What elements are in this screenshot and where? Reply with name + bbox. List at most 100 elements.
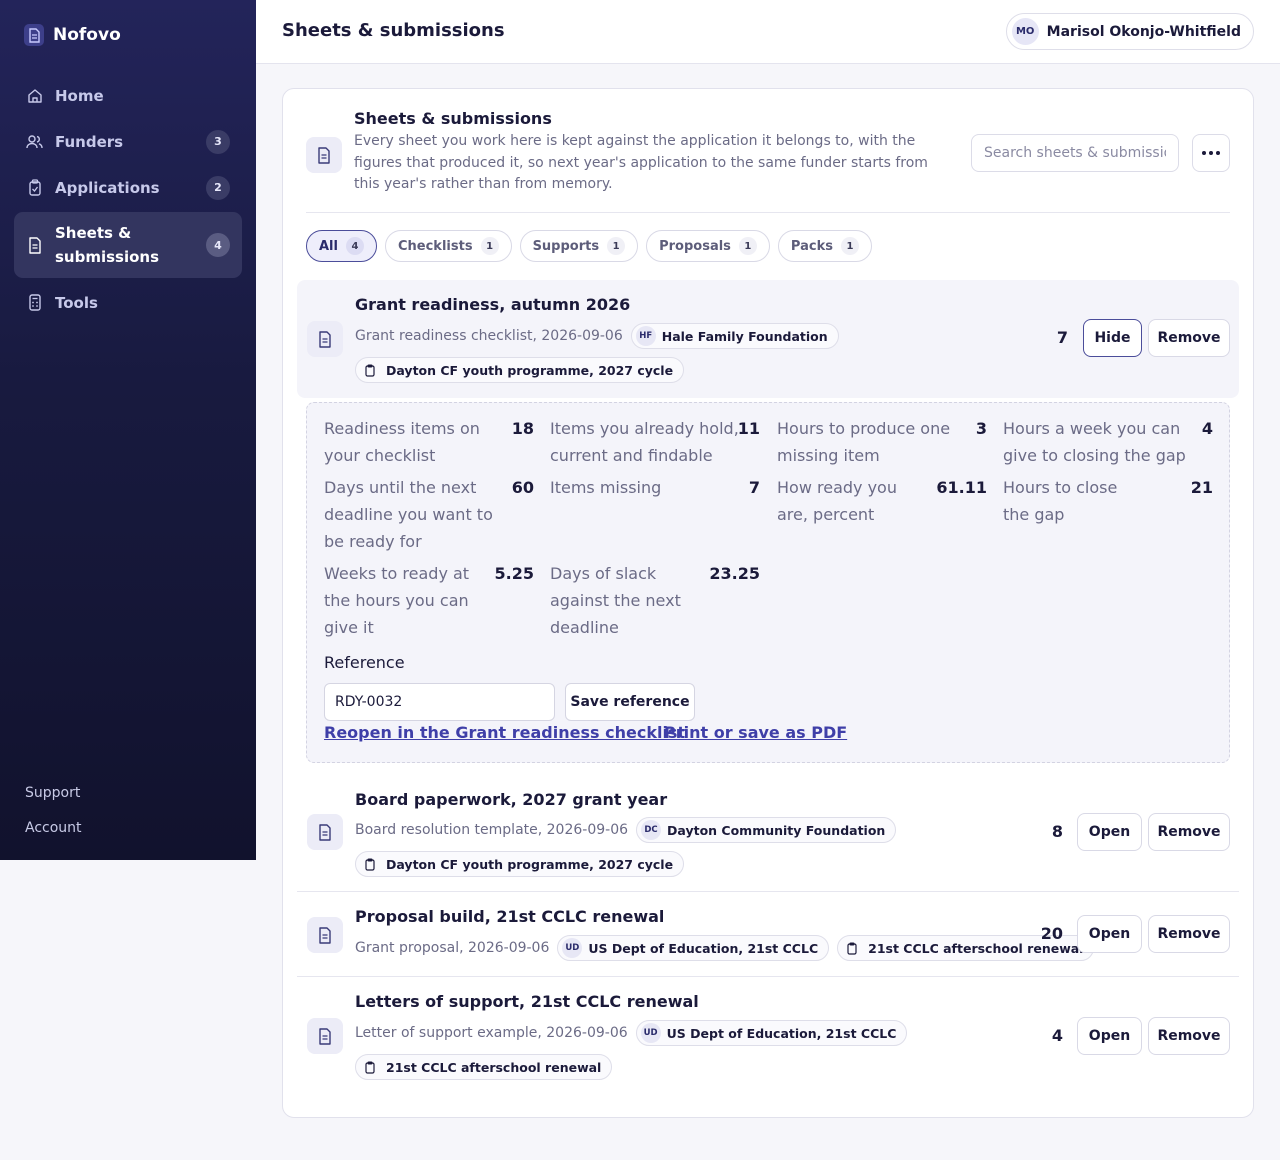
- clipboard-icon: [360, 360, 380, 380]
- stat-item: Readiness items on your checklist 18: [324, 415, 534, 469]
- filter-proposals[interactable]: Proposals 1: [646, 230, 770, 262]
- row-subtitle: Grant proposal, 2026-09-06: [355, 940, 550, 956]
- calculator-icon: [26, 294, 43, 311]
- document-icon: [307, 917, 343, 953]
- stat-value: 11: [737, 419, 760, 438]
- hide-button[interactable]: Hide: [1083, 319, 1142, 357]
- funder-name: Hale Family Foundation: [661, 328, 828, 344]
- stat-item: Weeks to ready at the hours you can give…: [324, 560, 534, 641]
- sidebar: Nofovo Home Funders 3 Applications 2 She…: [0, 0, 256, 860]
- row-count: 7: [1056, 328, 1068, 347]
- row-title: Letters of support, 21st CCLC renewal: [355, 992, 699, 1011]
- filter-checklists[interactable]: Checklists 1: [384, 230, 512, 262]
- users-icon: [26, 133, 43, 150]
- avatar: MO: [1011, 18, 1039, 45]
- list-item[interactable]: Board paperwork, 2027 grant year Board r…: [297, 775, 1239, 892]
- support-link[interactable]: Support: [25, 783, 82, 818]
- row-title: Board paperwork, 2027 grant year: [355, 790, 668, 809]
- sidebar-item-sheets-submissions[interactable]: Sheets & submissions 4: [14, 212, 242, 278]
- save-reference-button[interactable]: Save reference: [565, 683, 695, 721]
- application-tag[interactable]: Dayton CF youth programme, 2027 cycle: [355, 357, 685, 383]
- stat-label: Weeks to ready at the hours you can give…: [324, 564, 470, 637]
- brand-name: Nofovo: [53, 25, 121, 45]
- clipboard-icon: [26, 179, 43, 196]
- filter-count: 1: [840, 237, 859, 255]
- list-item[interactable]: Proposal build, 21st CCLC renewal Grant …: [297, 892, 1239, 977]
- application-tags: Dayton CF youth programme, 2027 cycle: [355, 851, 685, 877]
- funder-tag[interactable]: DC Dayton Community Foundation: [636, 817, 897, 843]
- sidebar-item-tools[interactable]: Tools: [14, 280, 242, 325]
- stat-label: Days of slack against the next deadline: [550, 564, 681, 637]
- filter-label: All: [319, 238, 338, 254]
- stat-item: Days of slack against the next deadline 2…: [550, 560, 760, 641]
- stat-value: 5.25: [494, 564, 534, 583]
- row-count: 8: [1051, 822, 1063, 841]
- application-name: Dayton CF youth programme, 2027 cycle: [386, 362, 674, 378]
- panel-title: Sheets & submissions: [354, 109, 552, 128]
- sidebar-item-label: Home: [55, 86, 104, 105]
- filter-tabs: All 4 Checklists 1 Supports 1 Proposals 1 Pa…: [306, 230, 872, 262]
- stat-value: 60: [511, 478, 534, 497]
- print-pdf-link[interactable]: Print or save as PDF: [664, 723, 847, 742]
- remove-button[interactable]: Remove: [1148, 319, 1230, 357]
- sheet-detail: Readiness items on your checklist 18 Item…: [306, 402, 1230, 763]
- funder-initials: HF: [635, 326, 656, 346]
- document-icon: [26, 236, 43, 254]
- funder-name: US Dept of Education, 21st CCLC: [588, 940, 819, 956]
- funders-count-badge: 3: [206, 129, 230, 154]
- funder-name: Dayton Community Foundation: [667, 822, 886, 838]
- funder-tag[interactable]: HF Hale Family Foundation: [630, 323, 839, 349]
- brand[interactable]: Nofovo: [24, 24, 121, 46]
- document-icon: [307, 1018, 343, 1054]
- reference-label: Reference: [324, 653, 405, 672]
- remove-button[interactable]: Remove: [1148, 1017, 1230, 1055]
- row-meta: Grant readiness checklist, 2026-09-06 HF…: [355, 323, 839, 349]
- reference-input[interactable]: [324, 683, 555, 721]
- sidebar-item-label: Applications: [55, 178, 160, 197]
- row-count: 4: [1051, 1026, 1063, 1045]
- user-menu[interactable]: MO Marisol Okonjo-Whitfield: [1005, 13, 1254, 50]
- funder-name: US Dept of Education, 21st CCLC: [666, 1025, 897, 1041]
- sidebar-item-applications[interactable]: Applications 2: [14, 165, 242, 210]
- application-tag[interactable]: 21st CCLC afterschool renewal: [355, 1054, 613, 1080]
- funder-tag[interactable]: UD US Dept of Education, 21st CCLC: [635, 1020, 908, 1046]
- open-button[interactable]: Open: [1077, 1017, 1142, 1055]
- account-link[interactable]: Account: [25, 818, 82, 853]
- search-input[interactable]: [971, 134, 1179, 172]
- filter-packs[interactable]: Packs 1: [777, 230, 872, 262]
- document-icon: [307, 814, 343, 850]
- filter-supports[interactable]: Supports 1: [519, 230, 639, 262]
- clipboard-icon: [842, 938, 862, 958]
- user-name: Marisol Okonjo-Whitfield: [1046, 23, 1241, 40]
- stat-label: Items you already hold, current and find…: [550, 419, 739, 465]
- open-button[interactable]: Open: [1077, 813, 1142, 851]
- sidebar-item-funders[interactable]: Funders 3: [14, 119, 242, 164]
- filter-all[interactable]: All 4: [306, 230, 377, 262]
- brand-logo-icon: [24, 24, 44, 46]
- home-icon: [26, 87, 43, 104]
- application-tag[interactable]: Dayton CF youth programme, 2027 cycle: [355, 851, 685, 877]
- sidebar-item-label: Tools: [55, 293, 98, 312]
- stat-label: Hours to produce one missing item: [777, 419, 951, 465]
- filter-count: 4: [345, 237, 364, 255]
- sidebar-footer: Support Account: [25, 783, 82, 853]
- list-item[interactable]: Grant readiness, autumn 2026 Grant readi…: [297, 280, 1239, 398]
- stat-label: Hours a week you can give to closing the…: [1003, 419, 1186, 465]
- filter-label: Packs: [790, 238, 833, 254]
- remove-button[interactable]: Remove: [1148, 915, 1230, 953]
- sidebar-item-label: Sheets & submissions: [55, 224, 160, 266]
- remove-button[interactable]: Remove: [1148, 813, 1230, 851]
- application-name: Dayton CF youth programme, 2027 cycle: [386, 856, 674, 872]
- list-item[interactable]: Letters of support, 21st CCLC renewal Le…: [297, 977, 1239, 1094]
- row-meta: Letter of support example, 2026-09-06 UD…: [355, 1020, 908, 1046]
- sheets-count-badge: 4: [206, 233, 230, 257]
- filter-label: Proposals: [659, 238, 731, 254]
- funder-tag[interactable]: UD US Dept of Education, 21st CCLC: [557, 935, 830, 961]
- stat-label: Days until the next deadline you want to…: [324, 478, 493, 551]
- sidebar-item-home[interactable]: Home: [14, 73, 242, 118]
- reopen-checklist-link[interactable]: Reopen in the Grant readiness checklist: [324, 723, 685, 742]
- open-button[interactable]: Open: [1077, 915, 1142, 953]
- more-options-button[interactable]: [1192, 134, 1230, 172]
- funder-initials: UD: [640, 1023, 661, 1043]
- stat-value: 7: [748, 478, 760, 497]
